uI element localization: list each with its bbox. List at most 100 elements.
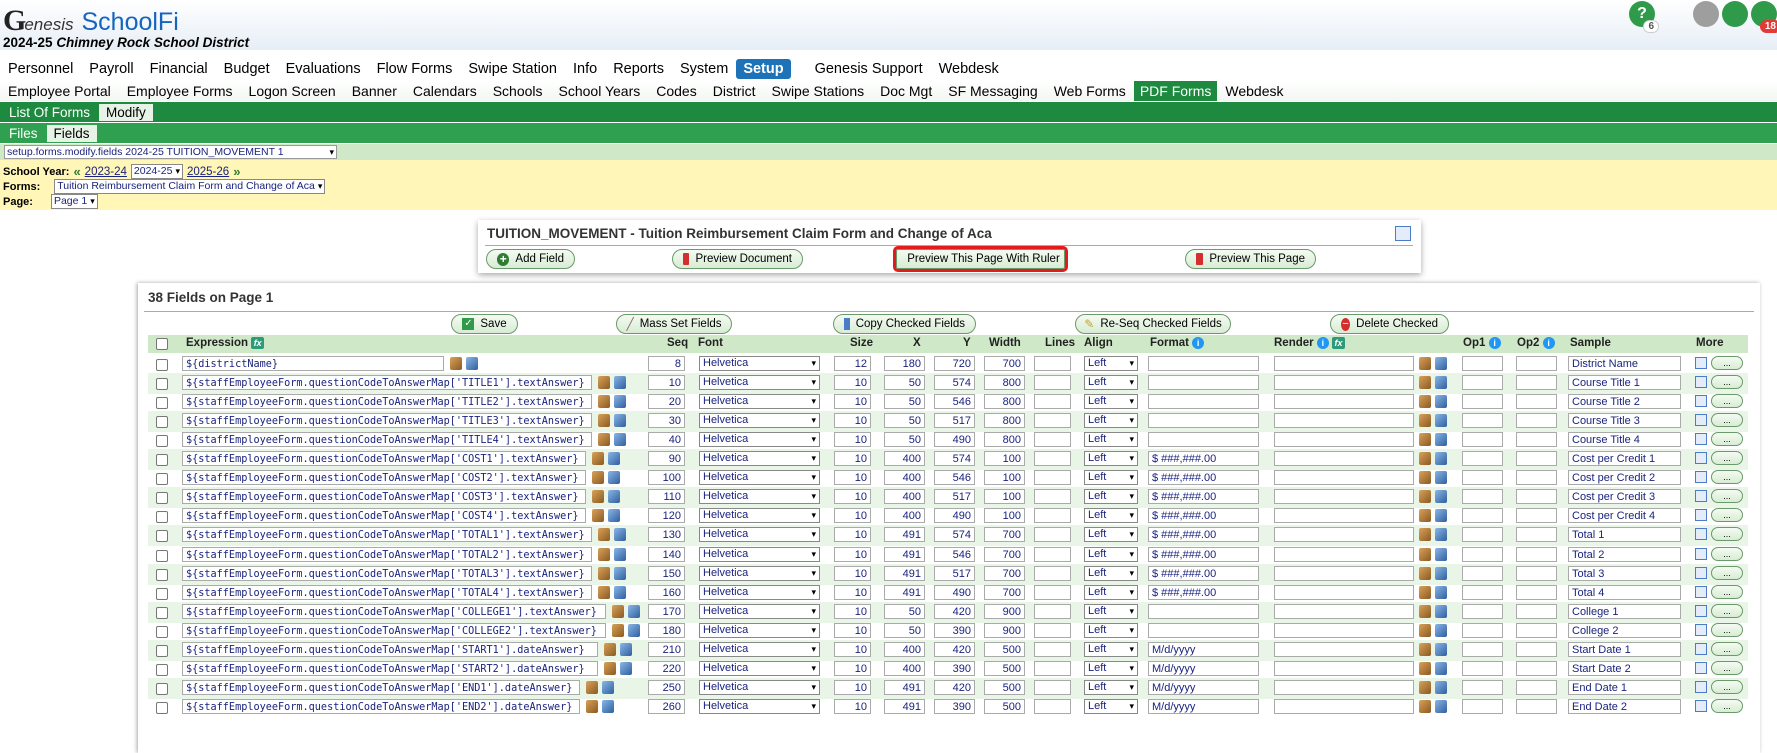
render-input[interactable] xyxy=(1274,641,1414,657)
y-input[interactable]: 420 xyxy=(934,641,975,657)
y-input[interactable]: 420 xyxy=(934,679,975,695)
font-select[interactable]: Helvetica ▾ xyxy=(699,584,820,600)
op2-input[interactable] xyxy=(1516,470,1557,486)
next-year-arrow-icon[interactable]: » xyxy=(233,164,240,179)
cube-icon[interactable] xyxy=(620,642,632,656)
lines-input[interactable] xyxy=(1034,470,1071,486)
align-select[interactable]: Left ▾ xyxy=(1084,641,1138,657)
render-input[interactable] xyxy=(1274,489,1414,505)
render-input[interactable] xyxy=(1274,413,1414,429)
expression-input[interactable]: ${staffEmployeeForm.questionCodeToAnswer… xyxy=(182,508,586,524)
size-input[interactable]: 10 xyxy=(834,679,871,695)
tab-fields[interactable]: Fields xyxy=(46,124,97,142)
package-icon[interactable] xyxy=(1419,376,1431,390)
package-icon[interactable] xyxy=(1419,661,1431,675)
sample-input[interactable]: District Name xyxy=(1568,356,1681,371)
lines-input[interactable] xyxy=(1034,565,1071,581)
lines-input[interactable] xyxy=(1034,641,1071,657)
sample-input[interactable]: Cost per Credit 3 xyxy=(1568,489,1681,505)
calendar-icon[interactable] xyxy=(1695,433,1707,446)
op2-input[interactable] xyxy=(1516,584,1557,600)
expression-input[interactable]: ${staffEmployeeForm.questionCodeToAnswer… xyxy=(182,451,586,467)
mail-icon[interactable]: 18 xyxy=(1751,1,1777,33)
nav-item-payroll[interactable]: Payroll xyxy=(81,61,141,77)
x-input[interactable]: 400 xyxy=(884,451,925,467)
headset-icon[interactable] xyxy=(1722,1,1748,27)
op2-input[interactable] xyxy=(1516,489,1557,505)
select-all-checkbox[interactable] xyxy=(156,338,168,350)
lines-input[interactable] xyxy=(1034,508,1071,524)
expression-input[interactable]: ${staffEmployeeForm.questionCodeToAnswer… xyxy=(182,660,598,676)
more-button[interactable]: ... xyxy=(1711,375,1743,390)
x-input[interactable]: 400 xyxy=(884,489,925,505)
cube-icon[interactable] xyxy=(1435,623,1447,637)
font-select[interactable]: Helvetica ▾ xyxy=(699,565,820,581)
package-icon[interactable] xyxy=(598,566,610,580)
row-checkbox[interactable] xyxy=(156,606,168,619)
op1-input[interactable] xyxy=(1462,546,1503,562)
subnav-item-swipe-stations[interactable]: Swipe Stations xyxy=(764,83,873,99)
y-input[interactable]: 490 xyxy=(934,432,975,448)
package-icon[interactable] xyxy=(1419,623,1431,637)
seq-input[interactable]: 220 xyxy=(648,660,685,676)
package-icon[interactable] xyxy=(1419,604,1431,618)
op1-input[interactable] xyxy=(1462,641,1503,657)
cube-icon[interactable] xyxy=(614,585,626,599)
seq-input[interactable]: 250 xyxy=(648,679,685,695)
nav-item-flow-forms[interactable]: Flow Forms xyxy=(369,61,461,77)
lines-input[interactable] xyxy=(1034,413,1071,429)
align-select[interactable]: Left ▾ xyxy=(1084,603,1138,619)
more-button[interactable]: ... xyxy=(1711,451,1743,466)
op2-input[interactable] xyxy=(1516,698,1557,714)
row-checkbox[interactable] xyxy=(156,549,168,562)
size-input[interactable]: 10 xyxy=(834,375,871,391)
help-icon[interactable]: ? 6 xyxy=(1629,1,1659,33)
cube-icon[interactable] xyxy=(1435,699,1447,713)
package-icon[interactable] xyxy=(604,642,616,656)
subnav-item-district[interactable]: District xyxy=(705,83,764,99)
align-select[interactable]: Left ▾ xyxy=(1084,679,1138,695)
tab-list-of-forms[interactable]: List Of Forms xyxy=(2,104,97,121)
row-checkbox[interactable] xyxy=(156,682,168,695)
sample-input[interactable]: Course Title 2 xyxy=(1568,394,1681,410)
font-select[interactable]: Helvetica ▾ xyxy=(699,546,820,562)
render-input[interactable] xyxy=(1274,508,1414,524)
font-select[interactable]: Helvetica ▾ xyxy=(699,470,820,486)
render-input[interactable] xyxy=(1274,603,1414,619)
calendar-icon[interactable] xyxy=(1695,680,1707,693)
op1-input[interactable] xyxy=(1462,565,1503,581)
nav-item-genesis-support[interactable]: Genesis Support xyxy=(807,61,931,77)
more-button[interactable]: ... xyxy=(1711,508,1743,523)
x-input[interactable]: 400 xyxy=(884,508,925,524)
cube-icon[interactable] xyxy=(614,395,626,409)
seq-input[interactable]: 170 xyxy=(648,603,685,619)
sample-input[interactable]: End Date 2 xyxy=(1568,698,1681,714)
x-input[interactable]: 50 xyxy=(884,394,925,410)
x-input[interactable]: 491 xyxy=(884,565,925,581)
package-icon[interactable] xyxy=(592,490,604,504)
sample-input[interactable]: College 1 xyxy=(1568,603,1681,619)
align-select[interactable]: Left ▾ xyxy=(1084,375,1138,391)
op2-input[interactable] xyxy=(1516,622,1557,638)
render-input[interactable] xyxy=(1274,375,1414,391)
more-button[interactable]: ... xyxy=(1711,527,1743,542)
width-input[interactable]: 800 xyxy=(984,432,1025,448)
info-icon[interactable]: i xyxy=(1192,337,1205,349)
cube-icon[interactable] xyxy=(602,699,614,713)
cube-icon[interactable] xyxy=(1435,357,1447,370)
op2-input[interactable] xyxy=(1516,660,1557,676)
more-button[interactable]: ... xyxy=(1711,660,1743,675)
cube-icon[interactable] xyxy=(608,471,620,485)
nav-item-evaluations[interactable]: Evaluations xyxy=(278,61,369,77)
expression-input[interactable]: ${staffEmployeeForm.questionCodeToAnswer… xyxy=(182,375,592,391)
cube-icon[interactable] xyxy=(1435,433,1447,447)
preview-page-button[interactable]: Preview This Page xyxy=(1185,249,1316,269)
align-select[interactable]: Left ▾ xyxy=(1084,356,1138,371)
subnav-item-web-forms[interactable]: Web Forms xyxy=(1046,83,1134,99)
sample-input[interactable]: Course Title 3 xyxy=(1568,413,1681,429)
more-button[interactable]: ... xyxy=(1711,394,1743,409)
op1-input[interactable] xyxy=(1462,679,1503,695)
package-icon[interactable] xyxy=(450,357,462,370)
calendar-icon[interactable] xyxy=(1695,414,1707,427)
format-input[interactable]: $ ###,###.00 xyxy=(1148,508,1259,524)
